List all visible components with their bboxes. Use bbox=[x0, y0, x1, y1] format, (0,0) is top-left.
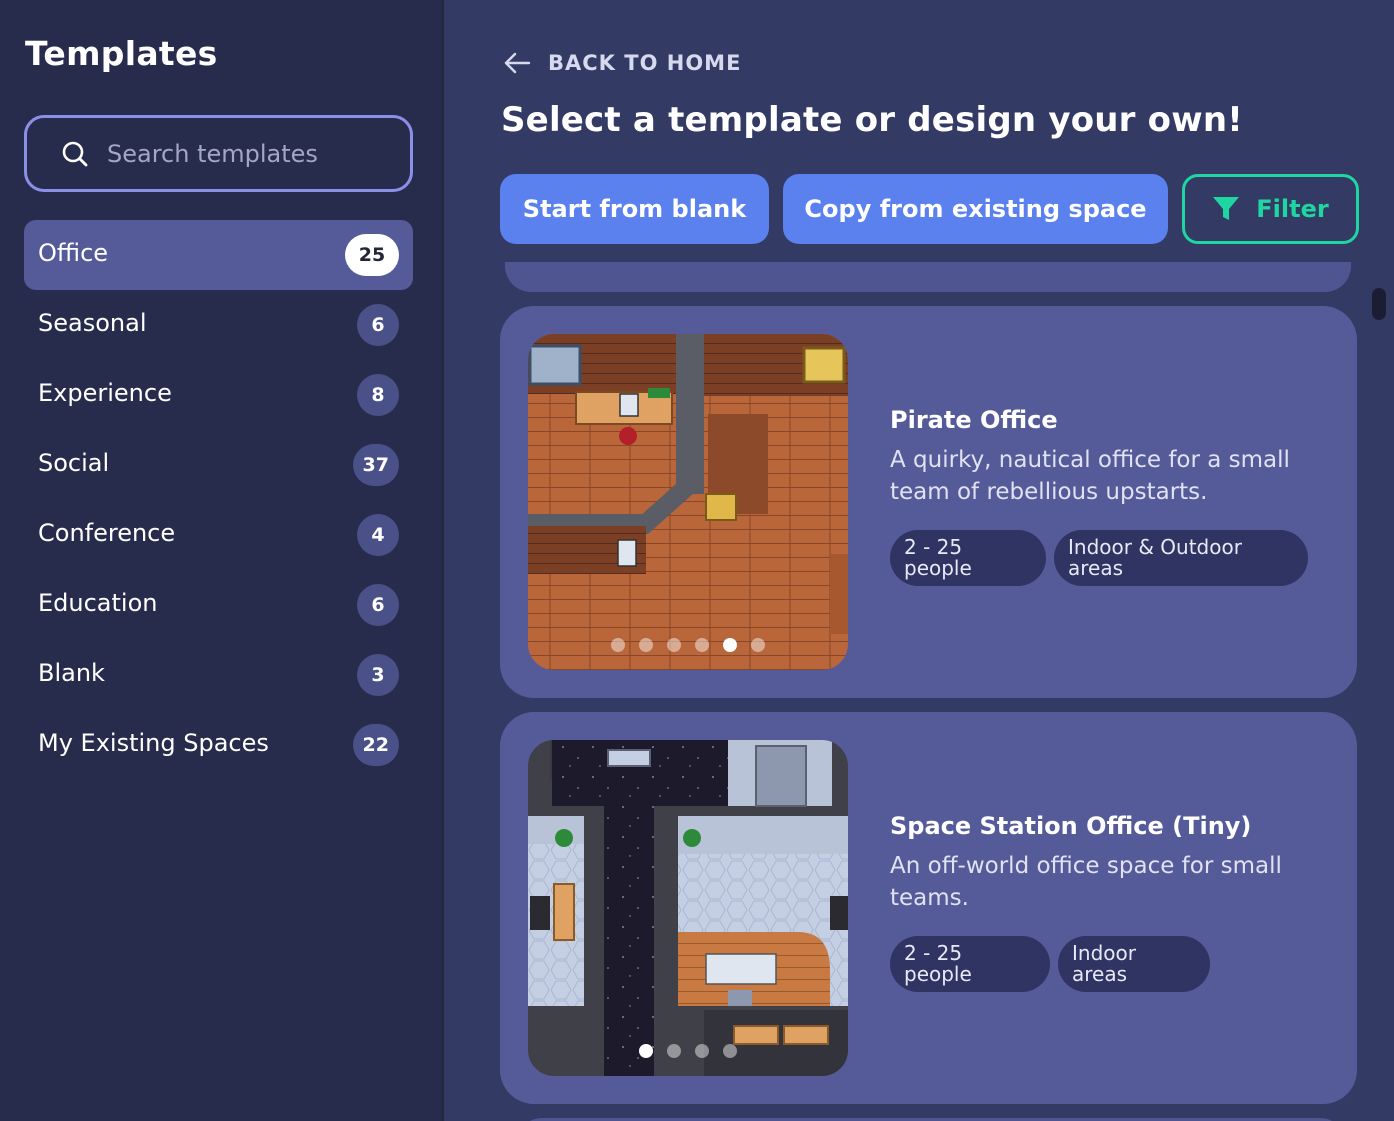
category-label: Office bbox=[38, 239, 109, 267]
template-card-partial bbox=[505, 262, 1351, 292]
search-input[interactable] bbox=[107, 136, 397, 172]
back-to-home-link[interactable]: BACK TO HOME bbox=[502, 48, 741, 78]
category-count-badge: 6 bbox=[357, 304, 399, 346]
category-conference[interactable]: Conference 4 bbox=[24, 500, 413, 570]
category-count-badge: 8 bbox=[357, 374, 399, 416]
template-info: Pirate Office A quirky, nautical office … bbox=[890, 406, 1330, 586]
carousel-dot[interactable] bbox=[695, 1044, 709, 1058]
category-label: Experience bbox=[38, 379, 172, 407]
category-my-existing-spaces[interactable]: My Existing Spaces 22 bbox=[24, 710, 413, 780]
carousel-dots bbox=[528, 638, 848, 652]
category-count-badge: 3 bbox=[357, 654, 399, 696]
category-count-badge: 37 bbox=[352, 444, 399, 486]
category-social[interactable]: Social 37 bbox=[24, 430, 413, 500]
category-label: Blank bbox=[38, 659, 105, 687]
carousel-dot[interactable] bbox=[695, 638, 709, 652]
app-root: Templates Office 25 Seasonal 6 Experienc… bbox=[0, 0, 1394, 1121]
main-content: BACK TO HOME Select a template or design… bbox=[446, 0, 1394, 1121]
search-icon bbox=[62, 141, 88, 167]
template-info: Space Station Office (Tiny) An off-world… bbox=[890, 812, 1330, 992]
tag-capacity: 2 - 25 people bbox=[890, 530, 1046, 586]
filter-button-label: Filter bbox=[1256, 195, 1329, 223]
carousel-dot[interactable] bbox=[723, 1044, 737, 1058]
template-card-pirate-office[interactable]: Pirate Office A quirky, nautical office … bbox=[500, 306, 1357, 698]
template-tags: 2 - 25 people Indoor areas bbox=[890, 936, 1330, 992]
template-description: An off-world office space for small team… bbox=[890, 853, 1282, 911]
space-station-map-image bbox=[528, 740, 848, 1076]
category-label: Seasonal bbox=[38, 309, 147, 337]
page-title: Select a template or design your own! bbox=[501, 100, 1243, 140]
copy-from-existing-space-button[interactable]: Copy from existing space bbox=[783, 174, 1168, 244]
template-preview-image[interactable] bbox=[528, 334, 848, 670]
template-description: A quirky, nautical office for a small te… bbox=[890, 447, 1290, 505]
template-tags: 2 - 25 people Indoor & Outdoor areas bbox=[890, 530, 1330, 586]
funnel-icon bbox=[1213, 197, 1240, 220]
category-list: Office 25 Seasonal 6 Experience 8 Social… bbox=[24, 220, 413, 780]
tag-area-type: Indoor areas bbox=[1058, 936, 1210, 992]
carousel-dot-active[interactable] bbox=[723, 638, 737, 652]
carousel-dot[interactable] bbox=[667, 1044, 681, 1058]
scrollbar-thumb[interactable] bbox=[1372, 288, 1386, 320]
filter-button[interactable]: Filter bbox=[1182, 174, 1359, 244]
pirate-office-map-image bbox=[528, 334, 848, 670]
template-card-space-station-office[interactable]: Space Station Office (Tiny) An off-world… bbox=[500, 712, 1357, 1104]
category-office[interactable]: Office 25 bbox=[24, 220, 413, 290]
category-label: My Existing Spaces bbox=[38, 729, 269, 757]
category-label: Social bbox=[38, 449, 110, 477]
category-count-badge: 6 bbox=[357, 584, 399, 626]
sidebar: Templates Office 25 Seasonal 6 Experienc… bbox=[0, 0, 444, 1121]
carousel-dot-active[interactable] bbox=[639, 1044, 653, 1058]
category-seasonal[interactable]: Seasonal 6 bbox=[24, 290, 413, 360]
search-box[interactable] bbox=[24, 115, 413, 192]
carousel-dot[interactable] bbox=[751, 638, 765, 652]
arrow-left-icon bbox=[504, 52, 531, 74]
template-preview-image[interactable] bbox=[528, 740, 848, 1076]
template-title: Pirate Office bbox=[890, 406, 1058, 434]
carousel-dots bbox=[528, 1044, 848, 1058]
category-education[interactable]: Education 6 bbox=[24, 570, 413, 640]
template-list[interactable]: Pirate Office A quirky, nautical office … bbox=[500, 262, 1364, 1121]
carousel-dot[interactable] bbox=[611, 638, 625, 652]
tag-area-type: Indoor & Outdoor areas bbox=[1054, 530, 1308, 586]
category-count-badge: 22 bbox=[352, 724, 399, 766]
category-label: Education bbox=[38, 589, 158, 617]
start-from-blank-button[interactable]: Start from blank bbox=[500, 174, 769, 244]
template-title: Space Station Office (Tiny) bbox=[890, 812, 1252, 840]
category-count-badge: 4 bbox=[357, 514, 399, 556]
carousel-dot[interactable] bbox=[667, 638, 681, 652]
tag-capacity: 2 - 25 people bbox=[890, 936, 1050, 992]
category-experience[interactable]: Experience 8 bbox=[24, 360, 413, 430]
category-count-badge: 25 bbox=[345, 234, 399, 276]
category-blank[interactable]: Blank 3 bbox=[24, 640, 413, 710]
category-label: Conference bbox=[38, 519, 176, 547]
sidebar-title: Templates bbox=[25, 34, 218, 73]
carousel-dot[interactable] bbox=[639, 638, 653, 652]
back-to-home-label: BACK TO HOME bbox=[548, 51, 742, 75]
